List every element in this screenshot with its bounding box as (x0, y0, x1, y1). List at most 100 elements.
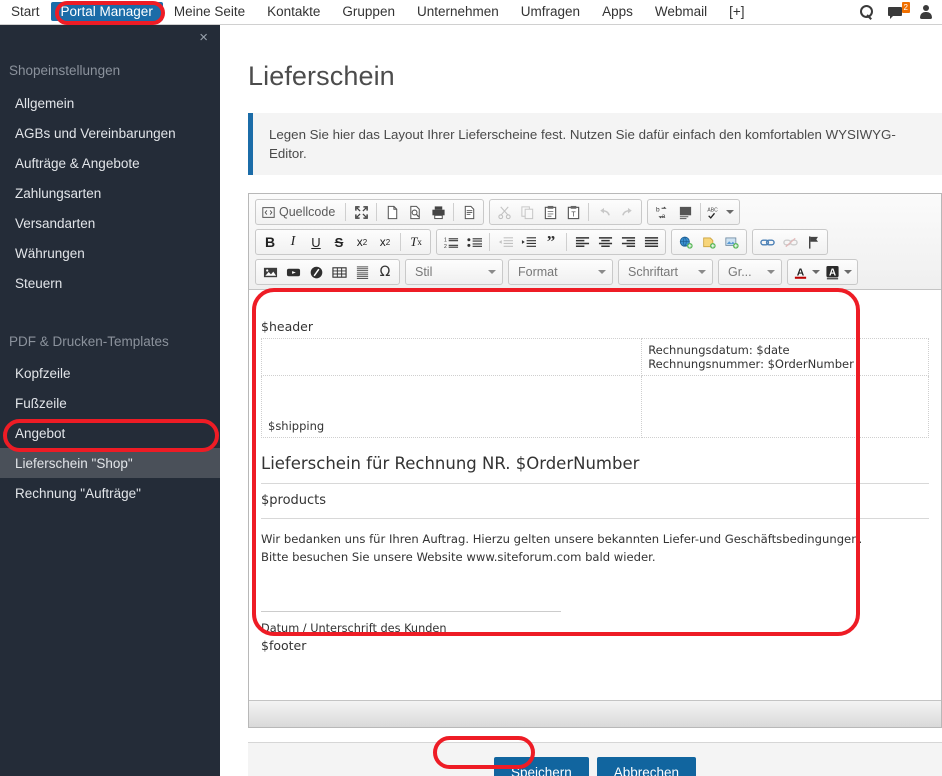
numbered-list-button[interactable]: 1 2 (440, 231, 462, 253)
insert-image-button[interactable] (721, 231, 743, 253)
background-color-button[interactable]: A (823, 261, 854, 283)
sidebar-item-zahlungsarten[interactable]: Zahlungsarten (0, 178, 220, 208)
outdent-icon (498, 236, 513, 247)
bold-button[interactable]: B (259, 231, 281, 253)
doc-cell-empty-bottom-right[interactable] (641, 375, 929, 438)
search-icon[interactable] (858, 4, 874, 20)
toolbar-separator (588, 203, 590, 221)
align-right-icon (621, 236, 635, 247)
chevron-down-icon (698, 270, 706, 274)
unlink-button[interactable] (779, 231, 801, 253)
replace-button[interactable]: b a (651, 201, 673, 223)
paste-as-text-button[interactable]: T (562, 201, 584, 223)
redo-button[interactable] (616, 201, 638, 223)
sidebar-close-icon[interactable]: × (199, 30, 208, 45)
spellcheck-button[interactable]: ABC (705, 201, 736, 223)
format-dropdown[interactable]: Format (508, 259, 613, 285)
paste-button[interactable] (539, 201, 561, 223)
select-all-button[interactable] (674, 201, 696, 223)
doc-cell-empty-top-left[interactable] (260, 338, 643, 376)
sidebar-item-kopfzeile[interactable]: Kopfzeile (0, 358, 220, 388)
nav-item-add-more[interactable]: [+] (718, 0, 755, 24)
chevron-down-icon (726, 210, 735, 214)
save-button[interactable]: Speichern (493, 756, 589, 776)
nav-item-meine-seite[interactable]: Meine Seite (163, 0, 256, 24)
bulleted-list-button[interactable] (463, 231, 485, 253)
nav-item-portal-manager[interactable]: Portal Manager (50, 2, 163, 21)
undo-button[interactable] (593, 201, 615, 223)
justify-button[interactable] (640, 231, 662, 253)
style-dropdown-label: Stil (415, 265, 433, 279)
insert-table-button[interactable] (328, 261, 350, 283)
user-account-icon[interactable] (918, 4, 934, 20)
sidebar-item-rechnung-auftraege[interactable]: Rechnung "Aufträge" (0, 478, 220, 508)
templates-button[interactable] (458, 201, 480, 223)
doc-cell-shipping[interactable]: $shipping (260, 375, 643, 438)
strikethrough-button[interactable]: S (328, 231, 350, 253)
insert-picture-button[interactable] (259, 261, 281, 283)
svg-text:2: 2 (444, 244, 447, 250)
print-button[interactable] (427, 201, 449, 223)
insert-web-object-button[interactable] (675, 231, 697, 253)
insert-special-char-button[interactable]: Ω (374, 261, 396, 283)
sidebar-item-angebot[interactable]: Angebot (0, 418, 220, 448)
redo-arrow-icon (621, 207, 632, 216)
nav-item-webmail[interactable]: Webmail (644, 0, 718, 24)
messages-icon[interactable]: 2 (888, 2, 910, 20)
nav-item-gruppen[interactable]: Gruppen (331, 0, 406, 24)
new-page-button[interactable] (381, 201, 403, 223)
style-dropdown[interactable]: Stil (405, 259, 503, 285)
blockquote-button[interactable]: ” (540, 231, 562, 253)
svg-text:1: 1 (444, 237, 447, 243)
doc-cell-invoice-meta[interactable]: Rechnungsdatum: $date Rechnungsnummer: $… (641, 338, 929, 376)
font-size-dropdown[interactable]: Gr... (718, 259, 782, 285)
toolbar-group-document: Quellcode (255, 199, 485, 225)
nav-item-start[interactable]: Start (0, 0, 51, 24)
info-callout-text: Legen Sie hier das Layout Ihrer Liefersc… (269, 127, 896, 162)
maximize-button[interactable] (350, 201, 372, 223)
sidebar-item-allgemein[interactable]: Allgemein (0, 88, 220, 118)
underline-button[interactable]: U (305, 231, 327, 253)
font-dropdown[interactable]: Schriftart (618, 259, 713, 285)
insert-video-button[interactable] (282, 261, 304, 283)
video-icon (286, 268, 300, 276)
picture-icon (263, 267, 277, 277)
anchor-button[interactable] (802, 231, 824, 253)
table-row: $shipping (260, 375, 929, 438)
nav-item-unternehmen[interactable]: Unternehmen (406, 0, 510, 24)
align-center-button[interactable] (594, 231, 616, 253)
clipboard-icon (544, 205, 557, 219)
nav-item-kontakte[interactable]: Kontakte (256, 0, 331, 24)
sidebar-item-agbs[interactable]: AGBs und Vereinbarungen (0, 118, 220, 148)
editor-content-area[interactable]: $header Rechnungsdatum: $date Rechnungsn… (249, 309, 941, 687)
source-code-button[interactable]: Quellcode (259, 201, 341, 223)
copy-button[interactable] (516, 201, 538, 223)
insert-document-button[interactable] (698, 231, 720, 253)
insert-flash-button[interactable] (305, 261, 327, 283)
sidebar-item-fusszeile[interactable]: Fußzeile (0, 388, 220, 418)
sidebar-item-steuern[interactable]: Steuern (0, 268, 220, 298)
remove-format-button[interactable]: Tx (405, 231, 427, 253)
subscript-button[interactable]: x2 (351, 231, 373, 253)
sidebar-item-auftraege[interactable]: Aufträge & Angebote (0, 148, 220, 178)
align-left-button[interactable] (571, 231, 593, 253)
sidebar-item-versandarten[interactable]: Versandarten (0, 208, 220, 238)
cut-button[interactable] (493, 201, 515, 223)
outdent-button[interactable] (494, 231, 516, 253)
text-color-button[interactable]: A (791, 261, 822, 283)
preview-button[interactable] (404, 201, 426, 223)
sidebar: × Shopeinstellungen Allgemein AGBs und V… (0, 25, 220, 776)
nav-item-apps[interactable]: Apps (591, 0, 644, 24)
sidebar-item-waehrungen[interactable]: Währungen (0, 238, 220, 268)
image-add-icon (724, 237, 739, 249)
superscript-button[interactable]: x2 (374, 231, 396, 253)
italic-button[interactable]: I (282, 231, 304, 253)
insert-horizontal-rule-button[interactable] (351, 261, 373, 283)
sidebar-item-lieferschein-shop[interactable]: Lieferschein "Shop" (0, 448, 220, 478)
cancel-button[interactable]: Abbrechen (596, 756, 697, 776)
nav-item-umfragen[interactable]: Umfragen (510, 0, 591, 24)
link-button[interactable] (756, 231, 778, 253)
align-right-button[interactable] (617, 231, 639, 253)
flash-icon (310, 266, 322, 278)
indent-button[interactable] (517, 231, 539, 253)
